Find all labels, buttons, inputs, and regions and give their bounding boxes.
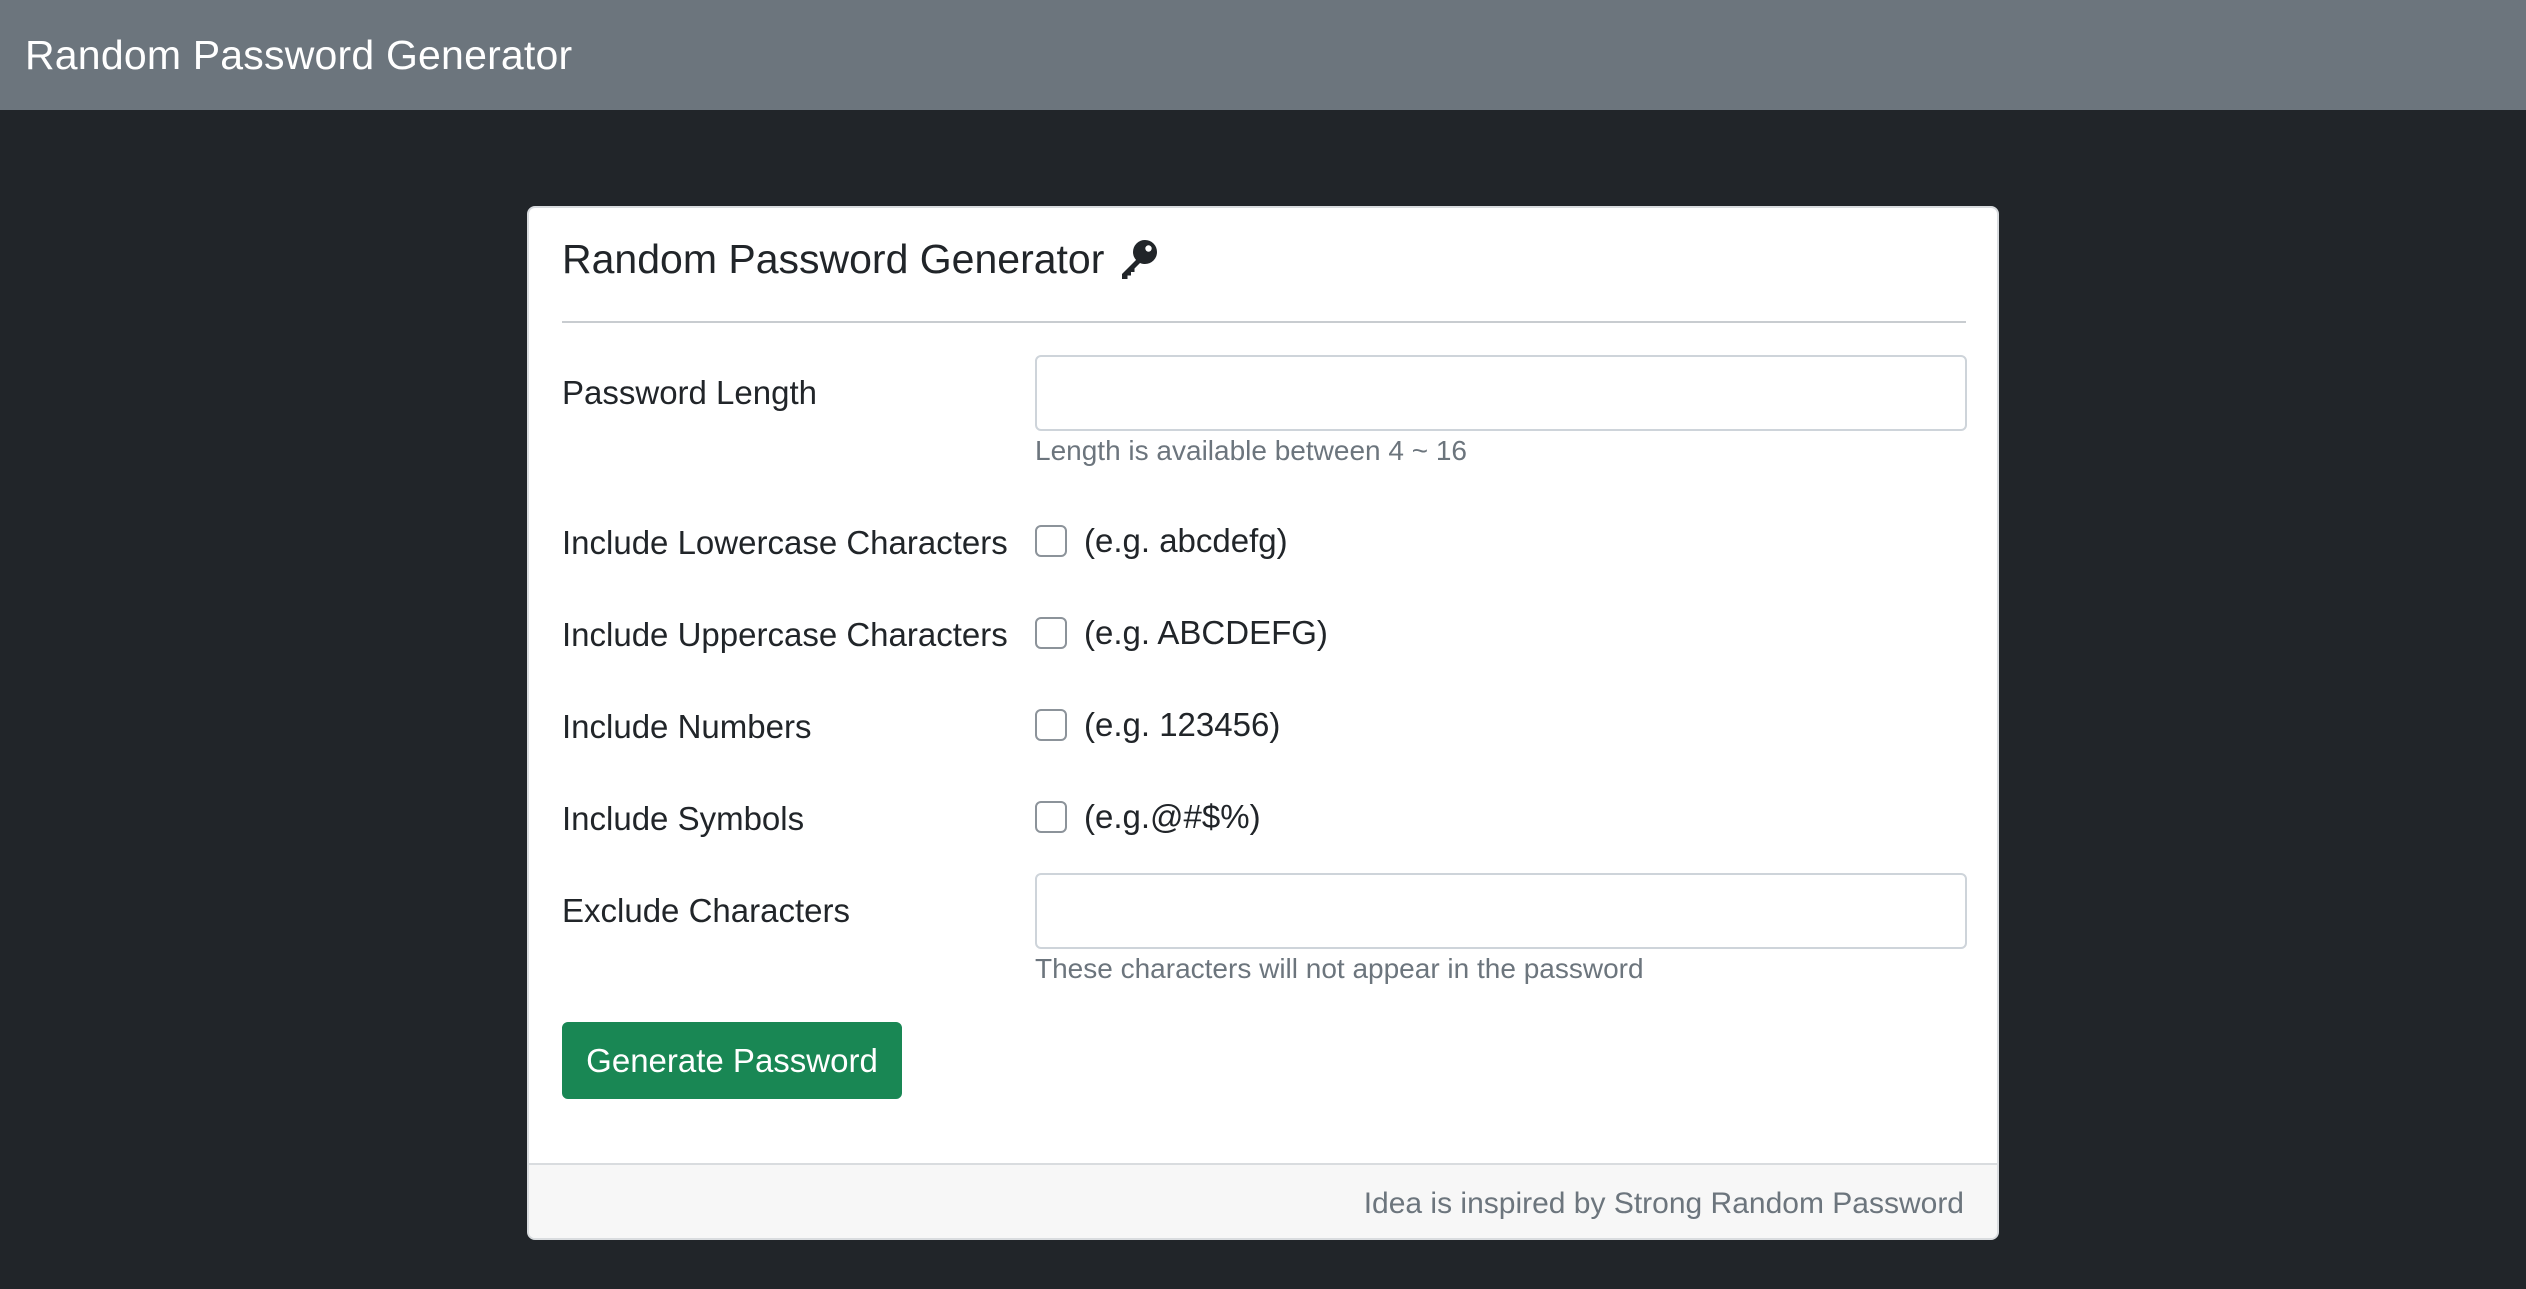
password-length-input[interactable] bbox=[1035, 355, 1967, 431]
exclude-characters-input[interactable] bbox=[1035, 873, 1967, 949]
include-lowercase-label: Include Lowercase Characters bbox=[562, 524, 1008, 561]
include-uppercase-example[interactable]: (e.g. ABCDEFG) bbox=[1084, 614, 1328, 652]
include-uppercase-checkbox[interactable] bbox=[1035, 617, 1067, 649]
navbar-brand[interactable]: Random Password Generator bbox=[25, 32, 572, 79]
footer-credit: Idea is inspired by Strong Random Passwo… bbox=[1363, 1186, 1964, 1220]
card-title-text: Random Password Generator bbox=[562, 236, 1105, 282]
exclude-characters-help: These characters will not appear in the … bbox=[1035, 953, 1644, 984]
include-lowercase-example[interactable]: (e.g. abcdefg) bbox=[1084, 522, 1288, 560]
include-lowercase-checkbox[interactable] bbox=[1035, 525, 1067, 557]
include-numbers-example[interactable]: (e.g. 123456) bbox=[1084, 706, 1280, 744]
include-symbols-example[interactable]: (e.g.@#$%) bbox=[1084, 798, 1261, 836]
generate-password-button[interactable]: Generate Password bbox=[562, 1022, 902, 1099]
card-title: Random Password Generator bbox=[562, 236, 1160, 283]
include-numbers-checkbox[interactable] bbox=[1035, 709, 1067, 741]
card-footer: Idea is inspired by Strong Random Passwo… bbox=[529, 1163, 1997, 1238]
key-icon bbox=[1114, 237, 1160, 283]
include-uppercase-label: Include Uppercase Characters bbox=[562, 616, 1008, 653]
include-symbols-checkbox[interactable] bbox=[1035, 801, 1067, 833]
include-numbers-label: Include Numbers bbox=[562, 708, 812, 745]
password-length-label: Password Length bbox=[562, 374, 817, 411]
title-divider bbox=[562, 321, 1966, 323]
password-length-help: Length is available between 4 ~ 16 bbox=[1035, 435, 1467, 466]
password-generator-card: Random Password Generator Password Lengt… bbox=[527, 206, 1999, 1240]
include-symbols-label: Include Symbols bbox=[562, 800, 805, 837]
exclude-characters-label: Exclude Characters bbox=[562, 892, 850, 929]
navbar: Random Password Generator bbox=[0, 0, 2526, 110]
